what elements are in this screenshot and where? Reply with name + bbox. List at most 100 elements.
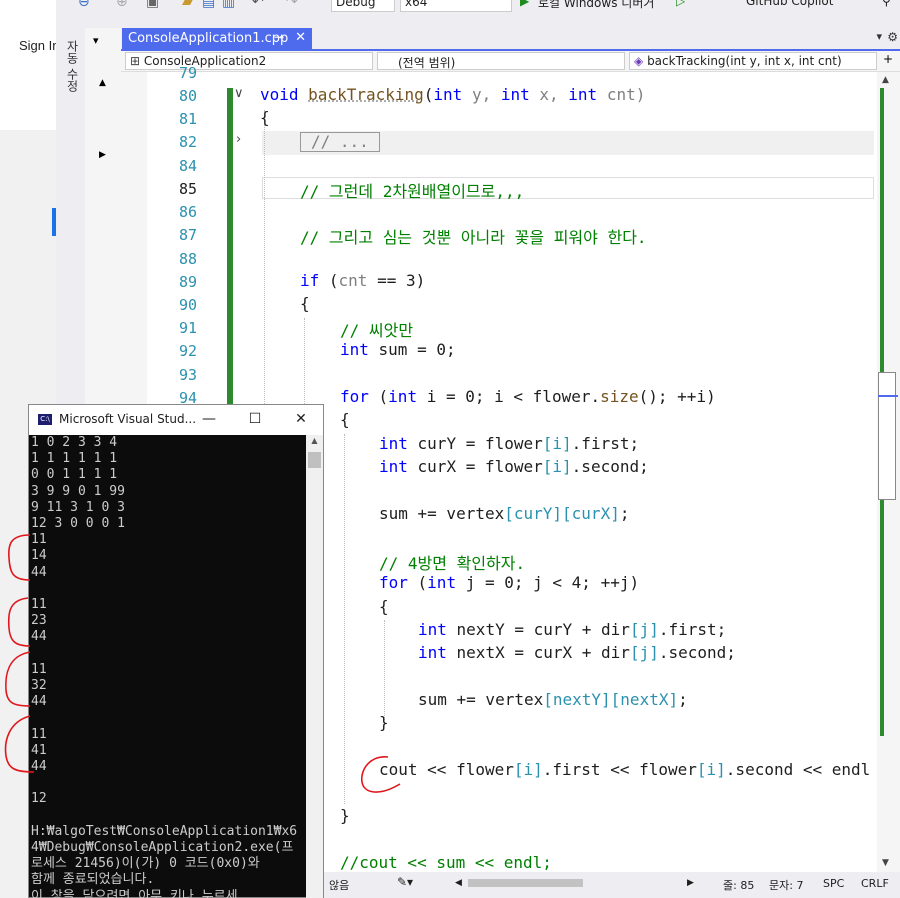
sign-in-link[interactable]: Sign In	[19, 38, 59, 53]
code-token: [nextY][nextX]	[543, 690, 679, 709]
console-titlebar[interactable]: C:\ Microsoft Visual Stud... — ☐ ✕	[29, 405, 323, 435]
code-line-95[interactable]: {	[340, 410, 350, 429]
close-tab-icon[interactable]: ✕	[295, 30, 306, 45]
config-select[interactable]: Debug	[331, 0, 395, 12]
code-line-87[interactable]: // 그리고 심는 것뿐 아니라 꽃을 피워야 한다.	[300, 224, 647, 248]
back-icon[interactable]: ⊖	[78, 0, 90, 10]
code-line-91[interactable]: // 씨앗만	[340, 317, 413, 341]
horizontal-scroll-thumb[interactable]	[468, 879, 583, 887]
code-line-99[interactable]: sum += vertex[curY][curX];	[379, 504, 629, 523]
copilot-button[interactable]: GitHub Copilot	[746, 0, 833, 8]
pin-tab-icon[interactable]: ⊸	[274, 30, 284, 44]
indent-guide	[344, 434, 345, 804]
code-token: .first << flower	[542, 760, 697, 779]
brush-icon[interactable]: ✎▾	[397, 875, 413, 889]
run-without-debug-icon[interactable]: ▷	[676, 0, 685, 8]
code-line-90[interactable]: {	[300, 294, 310, 313]
code-line-101[interactable]: // 4방면 확인하자.	[379, 550, 525, 574]
collapse-chevron-icon[interactable]: ∨	[234, 86, 244, 101]
code-line-108[interactable]: }	[379, 713, 389, 732]
triangle-right-icon[interactable]: ▶	[99, 150, 106, 160]
console-scroll-up-icon[interactable]: ▲	[306, 436, 323, 450]
line-number: 80	[178, 87, 197, 105]
tab-label: ConsoleApplication1.cpp	[128, 31, 289, 46]
console-scroll-thumb[interactable]	[308, 452, 321, 468]
line-number: 86	[178, 203, 197, 221]
code-line-92[interactable]: int sum = 0;	[340, 340, 456, 359]
whitespace-indicator[interactable]: SPC	[823, 877, 844, 890]
scrollbar-thumb[interactable]	[878, 372, 896, 500]
scrollbar-caret-mark	[878, 395, 898, 397]
code-line-94[interactable]: for (int i = 0; i < flower.size(); ++i)	[340, 387, 716, 406]
line-indicator[interactable]: 줄: 85	[723, 877, 754, 893]
close-button[interactable]: ✕	[289, 408, 313, 430]
side-panel-tab[interactable]: 자동 수정	[64, 40, 81, 92]
console-line: 함께 종료되었습니다.	[31, 872, 155, 888]
line-number: 90	[178, 296, 197, 314]
run-icon[interactable]: ▶	[520, 0, 529, 8]
forward-icon[interactable]: ⊕	[116, 0, 128, 10]
code-token: [i]	[696, 760, 726, 779]
scroll-up-icon[interactable]: ▲	[882, 75, 889, 85]
undo-icon[interactable]: ↶	[252, 0, 264, 10]
console-output[interactable]: 1 0 2 3 3 41 1 1 1 1 10 0 1 1 1 13 9 9 0…	[31, 435, 306, 898]
code-token: cout << flower	[379, 760, 514, 779]
platform-select[interactable]: x64	[400, 0, 512, 12]
param: cnt)	[597, 85, 646, 104]
code-line-112[interactable]: }	[340, 806, 350, 825]
expand-chevron-icon[interactable]: ›	[236, 132, 241, 147]
editor-status-bar: 않음 ✎▾ ◀ ▶ 줄: 85 문자: 7 SPC CRLF	[323, 872, 900, 898]
tab-list-icon[interactable]: ▾	[876, 30, 882, 43]
settings-icon[interactable]: ⚙	[887, 30, 898, 44]
code-line-85[interactable]: // 그런데 2차원배열이므로,,,	[300, 178, 524, 202]
save-all-icon[interactable]: ▥	[222, 0, 235, 10]
console-line: 이 창을 닫으려면 아무 키나 누르세	[31, 888, 238, 898]
code-token: curX = flower	[407, 457, 543, 476]
console-line: 11	[31, 532, 47, 548]
code-line-110[interactable]: cout << flower[i].first << flower[i].sec…	[379, 760, 870, 779]
scope-dropdown[interactable]: (전역 범위)	[377, 52, 625, 70]
scroll-right-icon[interactable]: ▶	[687, 878, 694, 888]
code-line-107[interactable]: sum += vertex[nextY][nextX];	[418, 690, 688, 709]
feedback-icon[interactable]: ⚲	[882, 0, 891, 8]
code-line-103[interactable]: {	[379, 597, 389, 616]
keyword: int	[433, 85, 463, 104]
console-line: 11	[31, 597, 47, 613]
split-icon[interactable]: +	[883, 52, 893, 66]
code-line-80[interactable]: void backTracking(int y, int x, int cnt)	[260, 85, 645, 104]
code-line-97[interactable]: int curX = flower[i].second;	[379, 457, 649, 476]
code-line-89[interactable]: if (cnt == 3)	[300, 271, 425, 290]
code-token: [i]	[513, 760, 543, 779]
scroll-down-icon[interactable]: ▼	[882, 858, 889, 868]
member-dropdown[interactable]: ◈ backTracking(int y, int x, int cnt)	[629, 52, 877, 70]
issues-label[interactable]: 않음	[329, 877, 349, 893]
code-line-104[interactable]: int nextY = curY + dir[j].first;	[418, 620, 726, 639]
triangle-up-icon[interactable]: ▲	[99, 78, 106, 88]
function-name: size	[600, 387, 639, 406]
keyword: int	[418, 643, 447, 662]
column-indicator[interactable]: 문자: 7	[769, 877, 803, 893]
code-line-114[interactable]: //cout << sum << endl;	[340, 853, 552, 872]
pin-icon[interactable]: ▾	[93, 34, 99, 47]
redo-icon[interactable]: ↷	[286, 0, 298, 10]
code-line-96[interactable]: int curY = flower[i].first;	[379, 434, 639, 453]
line-ending-indicator[interactable]: CRLF	[861, 877, 889, 890]
open-icon[interactable]: ▰	[182, 0, 193, 10]
code-token: ;	[678, 690, 688, 709]
code-line-81[interactable]: {	[260, 108, 270, 127]
new-project-icon[interactable]: ▣	[146, 0, 159, 10]
minimize-button[interactable]: —	[197, 408, 221, 430]
console-line: 44	[31, 564, 47, 580]
line-number: 89	[178, 273, 197, 291]
browser-header: Sign In	[0, 0, 59, 67]
code-line-105[interactable]: int nextX = curX + dir[j].second;	[418, 643, 736, 662]
scroll-left-icon[interactable]: ◀	[455, 878, 462, 888]
tab-consoleapplication1[interactable]: ConsoleApplication1.cpp ⊸ ✕	[122, 28, 312, 49]
code-line-82[interactable]: // ...	[311, 132, 369, 151]
console-scrollbar[interactable]	[306, 435, 323, 898]
save-icon[interactable]: ▤	[202, 0, 215, 10]
maximize-button[interactable]: ☐	[243, 408, 267, 430]
code-line-102[interactable]: for (int j = 0; j < 4; ++j)	[379, 573, 639, 592]
run-button[interactable]: 로컬 Windows 디버거	[538, 0, 654, 11]
